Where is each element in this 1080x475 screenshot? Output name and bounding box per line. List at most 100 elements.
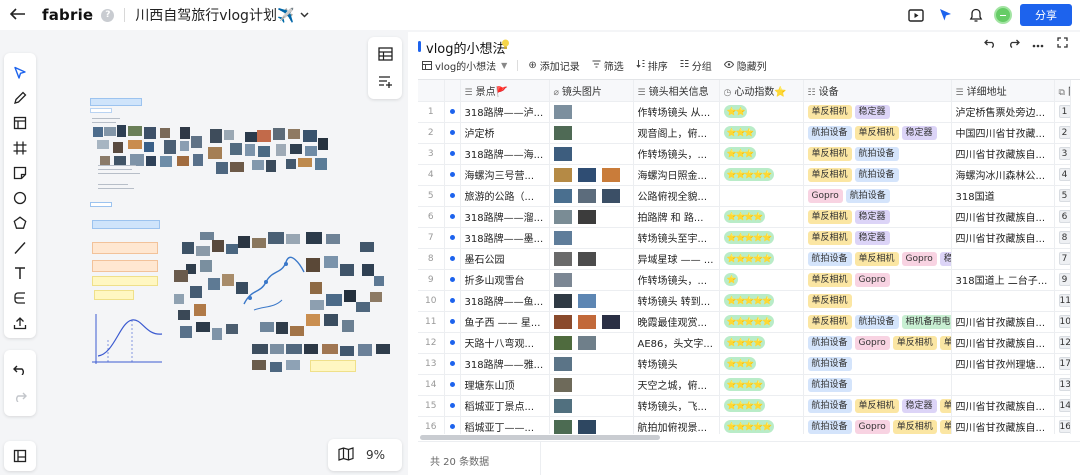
table-row[interactable]: 11 鱼子西 —— 星... 晚霞最佳观赏... ⭐⭐⭐⭐⭐ 单反相机 航拍设备 相机备用电…: [418, 311, 1071, 333]
table-row[interactable]: 8 墨石公园 异域星球 —— ...⭐⭐⭐⭐⭐ 航拍设备单反相机Gopro稳 7: [418, 248, 1071, 270]
cell-equipment[interactable]: 单反相机 Gopro: [803, 269, 952, 291]
cell-address[interactable]: 四川省甘孜藏族自...: [951, 143, 1055, 165]
cell-equipment[interactable]: 单反相机 稳定器: [803, 206, 952, 228]
cell-address[interactable]: 泸定桥售票处旁边...: [951, 101, 1055, 123]
cell-address[interactable]: 四川省甘孜藏族自...: [951, 311, 1055, 333]
minimap-toggle-icon[interactable]: [4, 441, 36, 471]
cell-spot[interactable]: 墨石公园: [460, 248, 550, 270]
cell-sync-id[interactable]: 6: [1054, 206, 1071, 228]
cell-spot[interactable]: 海螺沟三号营...: [460, 164, 550, 186]
cell-spot[interactable]: 318路牌——雅...: [460, 353, 550, 375]
cell-equipment[interactable]: 单反相机 航拍设备: [803, 164, 952, 186]
cell-info[interactable]: 天空之城，俯...: [633, 374, 720, 396]
cell-sync-id[interactable]: 9: [1054, 269, 1071, 291]
shot-thumbnail[interactable]: [553, 104, 572, 119]
shot-thumbnail[interactable]: [553, 272, 572, 287]
undo-icon[interactable]: [4, 357, 36, 383]
cell-rating[interactable]: ⭐⭐⭐⭐⭐: [719, 416, 804, 434]
brand-logo[interactable]: fabrie: [42, 6, 93, 24]
cell-images[interactable]: [549, 395, 634, 417]
column-header-info[interactable]: ☰ 镜头相关信息: [633, 80, 720, 102]
cell-images[interactable]: [549, 311, 634, 333]
map-icon[interactable]: [338, 446, 354, 464]
cell-rating[interactable]: ⭐⭐⭐⭐⭐: [719, 164, 804, 186]
board-label[interactable]: [90, 108, 112, 113]
cell-address[interactable]: 四川省甘孜藏族自...: [951, 395, 1055, 417]
cell-info[interactable]: 转场镜头至宇...: [633, 227, 720, 249]
cell-info[interactable]: 观音阁上，俯...: [633, 122, 720, 144]
cell-equipment[interactable]: 单反相机 稳定器: [803, 227, 952, 249]
table-row[interactable]: 5 旅游的公路（... 公路俯视全貌... Gopro 航拍设备 318国道 5: [418, 185, 1071, 207]
cell-spot[interactable]: 泸定桥: [460, 122, 550, 144]
route-map-sketch[interactable]: [238, 254, 308, 316]
bell-icon[interactable]: [964, 3, 988, 27]
column-header-spot[interactable]: ☰ 景点🚩: [460, 80, 550, 102]
cell-images[interactable]: [549, 374, 634, 396]
table-row[interactable]: 4 海螺沟三号营... 海螺沟日照金... ⭐⭐⭐⭐⭐ 单反相机 航拍设备 海螺沟冰川森林公…: [418, 164, 1071, 186]
view-selector[interactable]: vlog的小想法 ▼: [422, 58, 507, 73]
cell-equipment[interactable]: 航拍设备单反相机稳定器单: [803, 395, 952, 417]
cell-sync-id[interactable]: 5: [1054, 185, 1071, 207]
cell-info[interactable]: 作转场镜头，...: [633, 269, 720, 291]
help-icon[interactable]: ?: [101, 8, 115, 22]
column-header-address[interactable]: ☰ 详细地址: [951, 80, 1055, 102]
table-row[interactable]: 15 稻城亚丁景点... 转场镜头，飞...⭐⭐⭐⭐ 航拍设备单反相机稳定器单四川省甘…: [418, 395, 1071, 417]
cell-spot[interactable]: 318路牌——鱼...: [460, 290, 550, 312]
shot-thumbnail[interactable]: [553, 125, 572, 140]
cell-rating[interactable]: ⭐⭐⭐⭐: [719, 206, 804, 228]
board-orange-note[interactable]: [92, 260, 158, 272]
board-orange-note[interactable]: [92, 242, 158, 254]
shot-thumbnail[interactable]: [577, 335, 596, 350]
column-header-rating[interactable]: ◷ 心动指数⭐: [719, 80, 804, 102]
sticky-note-icon[interactable]: [4, 161, 36, 185]
cell-address[interactable]: 四川省甘孜藏族自...: [951, 227, 1055, 249]
cell-address[interactable]: [951, 290, 1055, 312]
cell-equipment[interactable]: 单反相机 稳定器: [803, 101, 952, 123]
cell-sync-id[interactable]: 16: [1054, 416, 1071, 434]
shot-thumbnail[interactable]: [577, 167, 596, 182]
column-header-image[interactable]: ⌀ 镜头图片: [549, 80, 634, 102]
board-curve-sketch[interactable]: [90, 310, 165, 366]
list-add-icon[interactable]: [368, 68, 402, 96]
cell-info[interactable]: 转场镜头，飞...: [633, 395, 720, 417]
add-record-button[interactable]: ⊕ 添加记录: [528, 58, 579, 73]
shot-thumbnail[interactable]: [553, 209, 572, 224]
cell-rating[interactable]: ⭐⭐⭐⭐: [719, 395, 804, 417]
cell-spot[interactable]: 318路牌——海...: [460, 143, 550, 165]
cell-images[interactable]: [549, 101, 634, 123]
chevron-down-icon[interactable]: [300, 10, 309, 21]
table-row[interactable]: 6 318路牌——溜... 拍路牌 和 路... ⭐⭐⭐⭐ 单反相机 稳定器 四川省甘孜藏族…: [418, 206, 1071, 228]
cell-sync-id[interactable]: 10: [1054, 311, 1071, 333]
redo-icon[interactable]: [1002, 37, 1026, 51]
cell-address[interactable]: [951, 374, 1055, 396]
zoom-level[interactable]: 9%: [366, 448, 385, 462]
cell-sync-id[interactable]: 14: [1054, 395, 1071, 417]
more-options-icon[interactable]: [1026, 37, 1050, 51]
table-row[interactable]: 12 天路十八弯观... AE86，头文字...⭐⭐⭐⭐ 航拍设备Gopro单反相机单…: [418, 332, 1071, 354]
board-yellow-note[interactable]: [310, 360, 356, 372]
cell-info[interactable]: 拍路牌 和 路...: [633, 206, 720, 228]
cell-sync-id[interactable]: 12: [1054, 332, 1071, 354]
table-view-icon[interactable]: [368, 40, 402, 68]
cell-spot[interactable]: 鱼子西 —— 星...: [460, 311, 550, 333]
cell-info[interactable]: 航拍加俯视景...: [633, 416, 720, 434]
frame-layout-icon[interactable]: [4, 111, 36, 135]
shot-thumbnail[interactable]: [577, 188, 596, 203]
shot-thumbnail[interactable]: [553, 419, 572, 434]
board-title-note[interactable]: [90, 98, 142, 106]
cell-spot[interactable]: 天路十八弯观...: [460, 332, 550, 354]
cell-images[interactable]: [549, 227, 634, 249]
cell-images[interactable]: [549, 332, 634, 354]
cell-info[interactable]: 作转场镜头，...: [633, 143, 720, 165]
shot-thumbnail[interactable]: [601, 167, 620, 182]
cell-spot[interactable]: 旅游的公路（...: [460, 185, 550, 207]
cell-images[interactable]: [549, 248, 634, 270]
cell-images[interactable]: [549, 206, 634, 228]
cell-info[interactable]: 异域星球 —— ...: [633, 248, 720, 270]
board-yellow-note[interactable]: [94, 290, 134, 300]
table-row[interactable]: 13 318路牌——雅... 转场镜头 ⭐⭐⭐ 航拍设备 四川省甘孜州理塘... 17: [418, 353, 1071, 375]
cell-spot[interactable]: 理塘东山顶: [460, 374, 550, 396]
shot-thumbnail[interactable]: [577, 251, 596, 266]
shot-thumbnail[interactable]: [577, 209, 596, 224]
pentagon-shape-icon[interactable]: [4, 211, 36, 235]
